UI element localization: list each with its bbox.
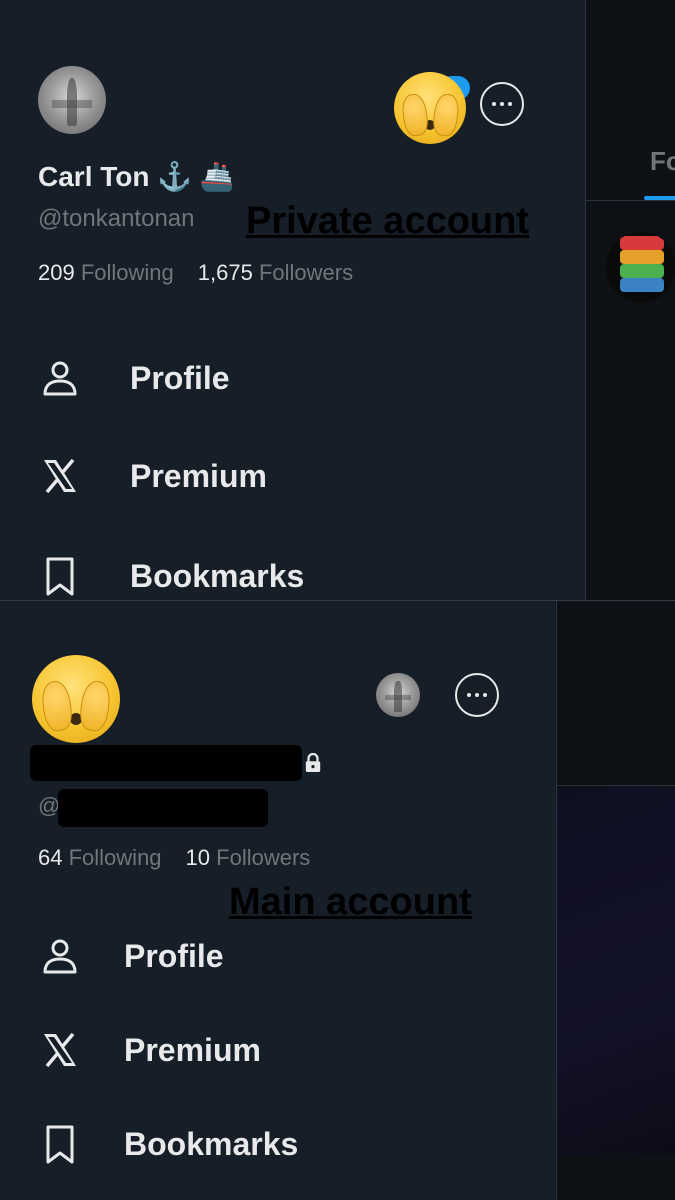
followers-label: Followers: [258, 260, 354, 285]
background-timeline: Fo: [586, 0, 675, 600]
account-drawer: Carl Ton ⚓️ 🚢 @tonkantonan Private accou…: [0, 0, 586, 600]
following-label: Following: [68, 845, 162, 870]
username-handle: @tonkantonan: [38, 205, 195, 232]
following-link[interactable]: 209 Following: [38, 260, 174, 286]
timeline-avatar[interactable]: [606, 232, 675, 302]
divider: [586, 200, 675, 201]
bookmark-icon: [46, 557, 74, 596]
private-account-screenshot: Fo Carl Ton ⚓️ 🚢 @tonkantonan Private ac: [0, 0, 675, 600]
person-icon: [43, 361, 77, 396]
menu-label: Premium: [130, 457, 267, 494]
menu-item-premium[interactable]: Premium: [0, 1020, 556, 1080]
menu-item-bookmarks[interactable]: Bookmarks: [0, 1114, 556, 1174]
more-options-button[interactable]: [480, 82, 524, 126]
name-emoji: ⚓️ 🚢: [157, 161, 235, 192]
following-count: 209: [38, 260, 75, 285]
menu-label: Bookmarks: [124, 1125, 299, 1162]
menu-label: Profile: [124, 937, 224, 974]
menu-item-bookmarks[interactable]: Bookmarks: [0, 546, 585, 600]
followers-count: 1,675: [197, 260, 253, 285]
menu-label: Premium: [124, 1031, 261, 1068]
x-logo-icon: [44, 1032, 76, 1068]
follow-stats: 64 Following 10 Followers: [38, 845, 310, 871]
background-media: [557, 787, 675, 1154]
followers-link[interactable]: 10 Followers: [186, 845, 311, 871]
display-name: Carl Ton ⚓️ 🚢: [38, 160, 235, 193]
face-covering-emoji-sticker: [394, 72, 466, 144]
followers-label: Followers: [216, 845, 311, 870]
menu-label: Profile: [130, 359, 230, 396]
person-icon: [43, 939, 77, 974]
tab-following-partial[interactable]: Fo: [650, 146, 675, 177]
redacted-username: [58, 789, 268, 827]
lock-icon: [305, 753, 321, 772]
following-count: 64: [38, 845, 63, 870]
menu-item-profile[interactable]: Profile: [0, 926, 556, 986]
menu-label: Bookmarks: [130, 557, 305, 594]
redacted-display-name: [30, 745, 302, 781]
annotation-label: Main account: [229, 881, 472, 923]
face-covering-emoji-avatar[interactable]: [32, 655, 120, 743]
menu-item-premium[interactable]: Premium: [0, 446, 585, 506]
menu-item-profile[interactable]: Profile: [0, 348, 585, 408]
x-logo-icon: [44, 458, 76, 494]
follow-stats: 209 Following 1,675 Followers: [38, 260, 353, 286]
bookmark-icon: [46, 1125, 74, 1164]
divider: [557, 785, 675, 786]
main-account-screenshot: @ 64 Following 10 Followers Main account…: [0, 600, 675, 1200]
username-handle-prefix: @: [38, 793, 61, 818]
following-link[interactable]: 64 Following: [38, 845, 162, 871]
more-options-button[interactable]: [455, 673, 499, 717]
background-timeline: [557, 601, 675, 1200]
following-label: Following: [80, 260, 174, 285]
other-account-avatar[interactable]: [376, 673, 420, 717]
annotation-label: Private account: [246, 200, 529, 242]
followers-link[interactable]: 1,675 Followers: [198, 260, 353, 286]
avatar[interactable]: [38, 66, 106, 134]
followers-count: 10: [185, 845, 211, 870]
account-drawer: @ 64 Following 10 Followers Main account…: [0, 601, 557, 1200]
display-name-text: Carl Ton: [38, 161, 150, 192]
